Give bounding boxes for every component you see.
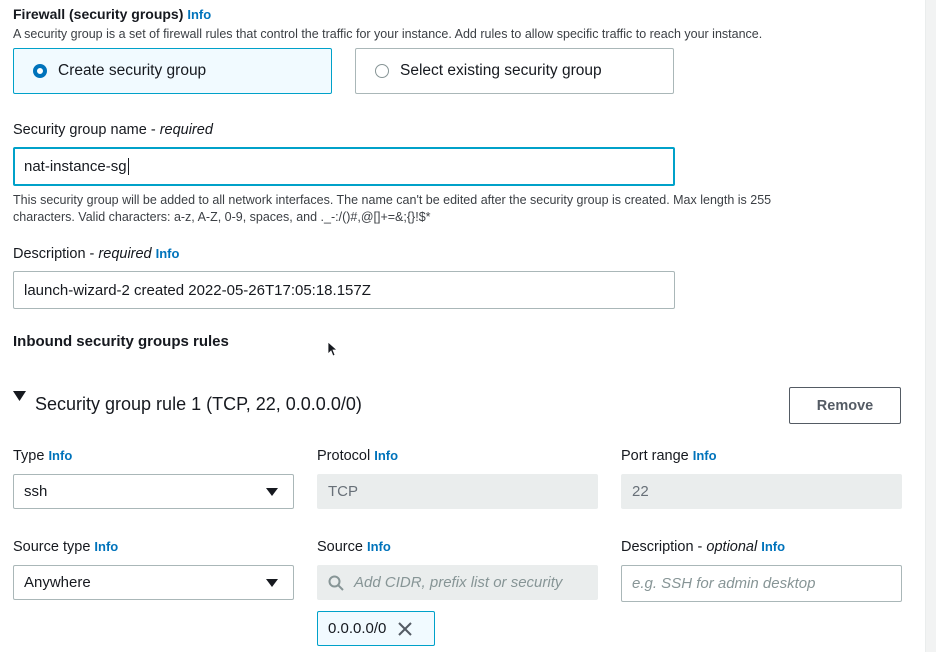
- triangle-down-icon[interactable]: [13, 391, 26, 402]
- firewall-description: A security group is a set of firewall ru…: [13, 27, 763, 41]
- port-range-label: Port range Info: [621, 448, 717, 464]
- rule-description-label-text: Description: [621, 539, 694, 555]
- select-existing-security-group-label: Select existing security group: [400, 62, 602, 79]
- sg-name-help-line1: This security group will be added to all…: [13, 193, 772, 207]
- sg-name-required: required: [159, 122, 213, 138]
- description-input[interactable]: launch-wizard-2 created 2022-05-26T17:05…: [13, 271, 675, 309]
- rule-title[interactable]: Security group rule 1 (TCP, 22, 0.0.0.0/…: [35, 394, 362, 415]
- port-range-value: 22: [632, 483, 649, 500]
- rule-description-optional: optional: [706, 539, 758, 555]
- source-token-value: 0.0.0.0/0: [328, 620, 387, 637]
- port-range-info-link[interactable]: Info: [693, 448, 717, 463]
- sg-name-label: Security group name - required: [13, 122, 213, 138]
- port-range-input: 22: [621, 474, 902, 509]
- protocol-input: TCP: [317, 474, 598, 509]
- source-search-input[interactable]: Add CIDR, prefix list or security: [317, 565, 598, 600]
- sg-name-help: This security group will be added to all…: [13, 192, 913, 226]
- port-range-label-text: Port range: [621, 448, 689, 464]
- caret-down-icon: [266, 487, 278, 496]
- select-existing-security-group-option[interactable]: Select existing security group: [355, 48, 674, 94]
- remove-button[interactable]: Remove: [789, 387, 901, 424]
- radio-selected-icon[interactable]: [33, 64, 47, 78]
- cursor-icon: [327, 341, 337, 357]
- firewall-title: Firewall (security groups) Info: [13, 6, 211, 22]
- source-type-info-link[interactable]: Info: [94, 539, 118, 554]
- sg-name-label-text: Security group name: [13, 122, 147, 138]
- sg-name-help-line2: characters. Valid characters: a-z, A-Z, …: [13, 210, 431, 224]
- source-type-label-text: Source type: [13, 539, 91, 555]
- type-label-text: Type: [13, 448, 45, 464]
- description-label: Description - required Info: [13, 246, 180, 262]
- description-value: launch-wizard-2 created 2022-05-26T17:05…: [24, 281, 371, 299]
- type-select[interactable]: ssh: [13, 474, 294, 509]
- protocol-label: Protocol Info: [317, 448, 398, 464]
- source-info-link[interactable]: Info: [367, 539, 391, 554]
- rule-description-info-link[interactable]: Info: [761, 539, 785, 554]
- scrollbar-track[interactable]: [925, 0, 936, 652]
- close-icon[interactable]: [398, 621, 413, 636]
- source-type-select[interactable]: Anywhere: [13, 565, 294, 600]
- protocol-info-link[interactable]: Info: [374, 448, 398, 463]
- sg-name-input[interactable]: nat-instance-sg: [13, 147, 675, 186]
- radio-unselected-icon[interactable]: [375, 64, 389, 78]
- sg-name-value: nat-instance-sg: [24, 158, 127, 175]
- source-type-value: Anywhere: [24, 574, 91, 591]
- type-label: Type Info: [13, 448, 72, 464]
- firewall-title-text: Firewall (security groups): [13, 6, 184, 22]
- rule-description-placeholder: e.g. SSH for admin desktop: [632, 575, 816, 592]
- search-icon: [328, 575, 344, 591]
- description-required: required: [98, 246, 152, 262]
- description-label-text: Description: [13, 246, 86, 262]
- type-info-link[interactable]: Info: [48, 448, 72, 463]
- source-placeholder: Add CIDR, prefix list or security: [354, 574, 563, 591]
- inbound-rules-title: Inbound security groups rules: [13, 333, 229, 350]
- rule-description-label: Description - optional Info: [621, 539, 786, 555]
- create-security-group-label: Create security group: [58, 62, 207, 79]
- source-token: 0.0.0.0/0: [317, 611, 435, 646]
- source-type-label: Source type Info: [13, 539, 118, 555]
- source-label-text: Source: [317, 539, 363, 555]
- caret-down-icon: [266, 578, 278, 587]
- description-info-link[interactable]: Info: [156, 246, 180, 261]
- protocol-value: TCP: [328, 483, 358, 500]
- protocol-label-text: Protocol: [317, 448, 371, 464]
- type-value: ssh: [24, 483, 48, 500]
- text-caret: [127, 158, 129, 175]
- rule-description-input[interactable]: e.g. SSH for admin desktop: [621, 565, 902, 602]
- create-security-group-option[interactable]: Create security group: [13, 48, 332, 94]
- firewall-info-link[interactable]: Info: [187, 7, 211, 22]
- source-label: Source Info: [317, 539, 391, 555]
